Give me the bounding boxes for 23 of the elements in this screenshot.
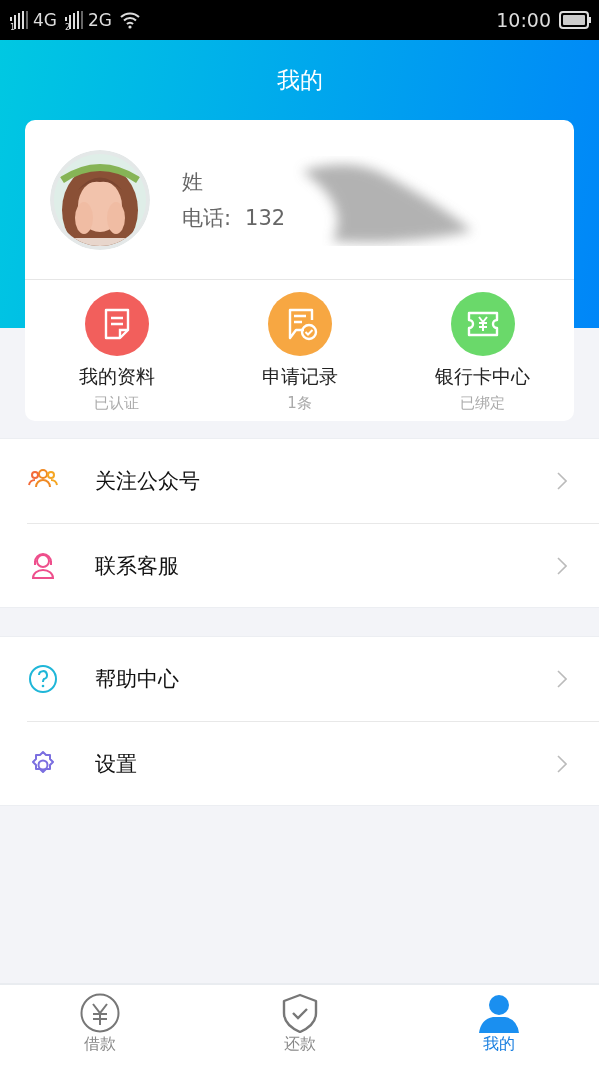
network-type: 2G bbox=[88, 10, 112, 30]
shortcut-item[interactable]: 我的资料 已认证 bbox=[25, 292, 208, 413]
clock-time: 10:00 bbox=[496, 9, 551, 31]
menu-item[interactable]: 帮助中心 bbox=[27, 637, 599, 721]
tab[interactable]: 借款 bbox=[0, 985, 200, 1066]
shortcut-status: 已认证 bbox=[94, 394, 139, 413]
shortcut-status: 已绑定 bbox=[460, 394, 505, 413]
shortcut-label: 申请记录 bbox=[261, 364, 338, 389]
shortcut-status: 1条 bbox=[287, 394, 312, 413]
tab[interactable]: 还款 bbox=[199, 985, 400, 1066]
page-title: 我的 bbox=[275, 65, 324, 95]
shortcut-item[interactable]: 银行卡中心 已绑定 bbox=[391, 292, 574, 413]
shortcut-item[interactable]: 申请记录 1条 bbox=[208, 292, 391, 413]
menu-item[interactable]: 联系客服 bbox=[27, 523, 599, 607]
shortcut-label: 我的资料 bbox=[78, 364, 155, 389]
network-type: 4G bbox=[33, 10, 57, 30]
phone-number: 132 bbox=[245, 205, 286, 230]
shortcut-label: 银行卡中心 bbox=[435, 364, 530, 389]
name-label: 姓 bbox=[182, 168, 204, 196]
phone-label: 电话: bbox=[182, 204, 232, 232]
menu-item[interactable]: 关注公众号 bbox=[27, 439, 599, 523]
menu-item[interactable]: 设置 bbox=[27, 721, 599, 805]
tab[interactable]: 我的 bbox=[399, 985, 599, 1066]
